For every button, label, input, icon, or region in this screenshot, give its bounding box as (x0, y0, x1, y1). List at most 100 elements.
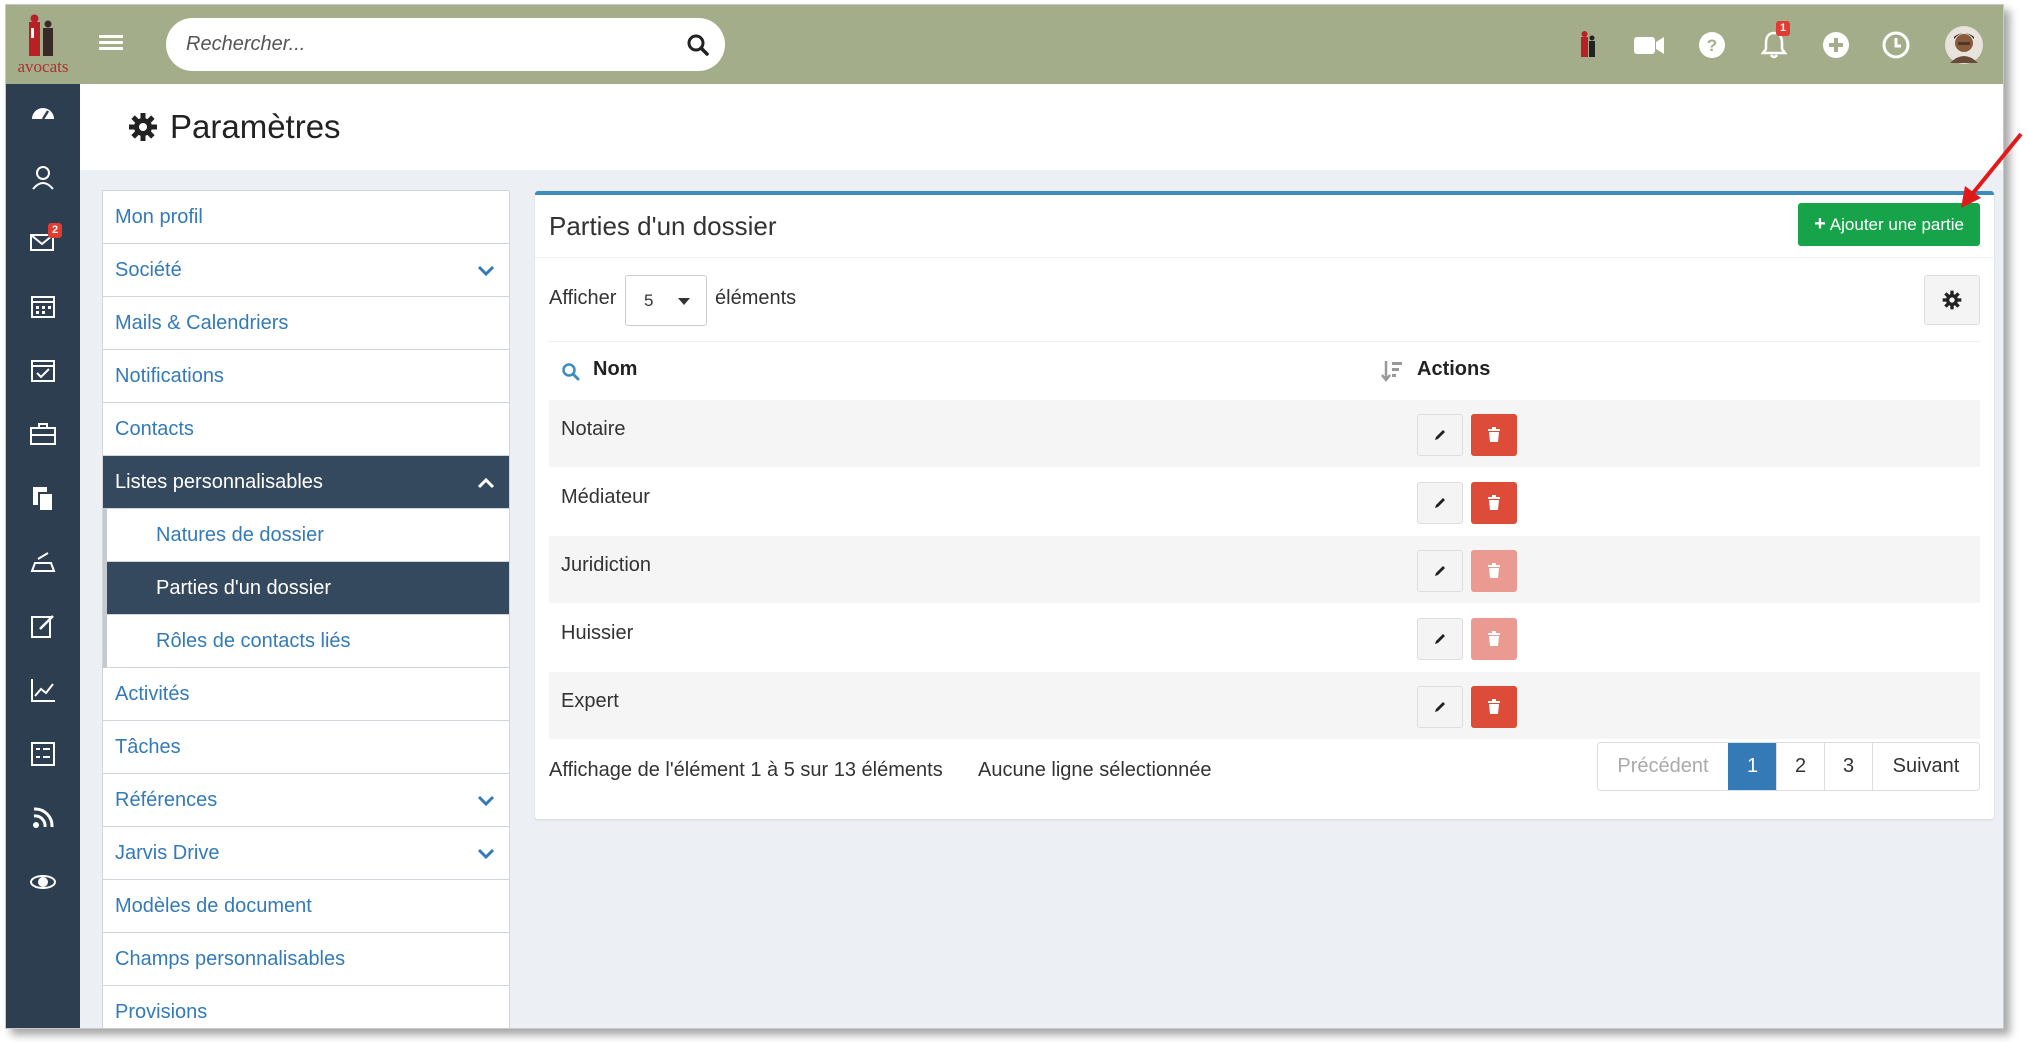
menu-item-modeles-de-document[interactable]: Modèles de document (103, 880, 509, 933)
logo-figures-icon (23, 14, 63, 58)
submenu-item-natures-de-dossier[interactable]: Natures de dossier (103, 509, 509, 562)
menu-item-label: Notifications (115, 364, 224, 387)
pagination-page-1[interactable]: 1 (1728, 743, 1776, 790)
logo-text: avocats (17, 57, 69, 76)
table-row[interactable]: Huissier (549, 603, 1980, 671)
page-title: Paramètres (128, 108, 341, 146)
dashboard-icon[interactable] (28, 99, 58, 129)
menu-item-notifications[interactable]: Notifications (103, 350, 509, 403)
menu-item-label: Mails & Calendriers (115, 311, 289, 334)
row-name: Expert (561, 690, 619, 712)
menu-toggle-icon[interactable] (99, 32, 123, 56)
sort-desc-icon[interactable] (1381, 359, 1403, 383)
add-circle-icon[interactable] (1820, 29, 1852, 61)
menu-item-label: Tâches (115, 735, 181, 758)
pagination-page-2[interactable]: 2 (1776, 743, 1824, 790)
delete-button[interactable] (1471, 414, 1517, 456)
rss-feed-icon[interactable] (28, 803, 58, 833)
edit-button[interactable] (1417, 618, 1463, 660)
pencil-icon (1435, 634, 1445, 644)
page-header: Paramètres (80, 84, 2003, 170)
chevron-up-icon (477, 477, 495, 489)
mail-icon[interactable]: 2 (28, 223, 63, 257)
help-icon[interactable]: ? (1696, 29, 1728, 61)
settings-menu: Mon profil Société Mails & Calendriers N… (102, 190, 510, 1028)
parties-table: Nom Actions Notaire Médiateur Juridictio… (549, 341, 1980, 739)
panel-divider (535, 257, 1994, 258)
menu-item-provisions[interactable]: Provisions (103, 986, 509, 1028)
video-camera-icon[interactable] (1632, 29, 1664, 61)
billing-icon[interactable] (28, 547, 58, 577)
pagination-next[interactable]: Suivant (1872, 743, 1979, 790)
menu-item-label: Modèles de document (115, 894, 312, 917)
menu-item-label: Mon profil (115, 205, 203, 228)
menu-item-references[interactable]: Références (103, 774, 509, 827)
edit-button[interactable] (1417, 686, 1463, 728)
app-logo-small-icon[interactable] (1571, 29, 1603, 61)
pencil-icon (1435, 430, 1445, 440)
menu-item-mails-calendriers[interactable]: Mails & Calendriers (103, 297, 509, 350)
menu-item-mon-profil[interactable]: Mon profil (103, 191, 509, 244)
mail-count-badge: 2 (48, 223, 63, 238)
menu-item-label: Provisions (115, 1000, 208, 1023)
table-header: Nom Actions (549, 341, 1980, 399)
table-row[interactable]: Juridiction (549, 535, 1980, 603)
add-party-button[interactable]: + Ajouter une partie (1798, 203, 1980, 246)
table-info: Affichage de l'élément 1 à 5 sur 13 élém… (549, 759, 943, 781)
menu-item-label: Natures de dossier (156, 523, 324, 546)
plus-icon: + (1814, 213, 1826, 235)
documents-icon[interactable] (28, 483, 58, 513)
page-length-select[interactable]: 5 (625, 275, 707, 326)
delete-button[interactable] (1471, 686, 1517, 728)
table-settings-button[interactable] (1924, 275, 1980, 325)
menu-item-societe[interactable]: Société (103, 244, 509, 297)
column-search-icon[interactable] (561, 362, 581, 382)
contacts-icon[interactable] (28, 163, 58, 193)
edit-icon[interactable] (28, 611, 58, 641)
menu-item-activites[interactable]: Activités (103, 668, 509, 721)
statistics-icon[interactable] (28, 675, 58, 705)
menu-item-label: Champs personnalisables (115, 947, 346, 970)
integrations-icon[interactable] (28, 867, 58, 897)
edit-button[interactable] (1417, 550, 1463, 592)
parties-panel: Parties d'un dossier + Ajouter une parti… (535, 191, 1994, 819)
delete-button[interactable] (1471, 482, 1517, 524)
user-avatar[interactable] (1944, 25, 1984, 65)
calendar-icon[interactable] (28, 291, 58, 321)
submenu-item-parties-dun-dossier[interactable]: Parties d'un dossier (103, 562, 509, 615)
pagination: Précédent 1 2 3 Suivant (1597, 742, 1980, 791)
menu-item-contacts[interactable]: Contacts (103, 403, 509, 456)
column-header-name[interactable]: Nom (593, 358, 637, 381)
menu-item-listes-personnalisables[interactable]: Listes personnalisables (103, 456, 509, 509)
checklist-icon[interactable] (28, 739, 58, 769)
pencil-icon (1435, 702, 1445, 712)
notifications-bell-icon[interactable]: 1 (1758, 21, 1791, 61)
selection-info: Aucune ligne sélectionnée (978, 759, 1212, 781)
search-input[interactable] (186, 18, 666, 71)
edit-button[interactable] (1417, 414, 1463, 456)
table-row[interactable]: Expert (549, 671, 1980, 739)
page-length-suffix: éléments (715, 287, 797, 309)
annotation-arrow-icon (1961, 132, 2023, 208)
screenshot-frame: avocats ? 1 (0, 0, 2026, 1042)
briefcase-icon[interactable] (28, 419, 58, 449)
menu-item-jarvis-drive[interactable]: Jarvis Drive (103, 827, 509, 880)
trash-icon (1488, 495, 1500, 510)
submenu-item-roles-de-contacts-lies[interactable]: Rôles de contacts liés (103, 615, 509, 668)
tasks-calendar-icon[interactable] (28, 355, 58, 385)
clock-icon[interactable] (1880, 29, 1912, 61)
table-row[interactable]: Médiateur (549, 467, 1980, 535)
menu-item-label: Références (115, 788, 218, 811)
edit-button[interactable] (1417, 482, 1463, 524)
settings-gear-icon (129, 113, 157, 141)
table-row[interactable]: Notaire (549, 399, 1980, 467)
menu-item-champs-personnalisables[interactable]: Champs personnalisables (103, 933, 509, 986)
page-title-text: Paramètres (170, 108, 341, 145)
menu-item-label: Jarvis Drive (115, 841, 220, 864)
app-logo[interactable]: avocats (6, 5, 80, 84)
menu-item-taches[interactable]: Tâches (103, 721, 509, 774)
search-icon[interactable] (685, 32, 711, 58)
pagination-page-3[interactable]: 3 (1824, 743, 1872, 790)
trash-icon (1488, 631, 1500, 646)
delete-button-disabled (1471, 550, 1517, 592)
